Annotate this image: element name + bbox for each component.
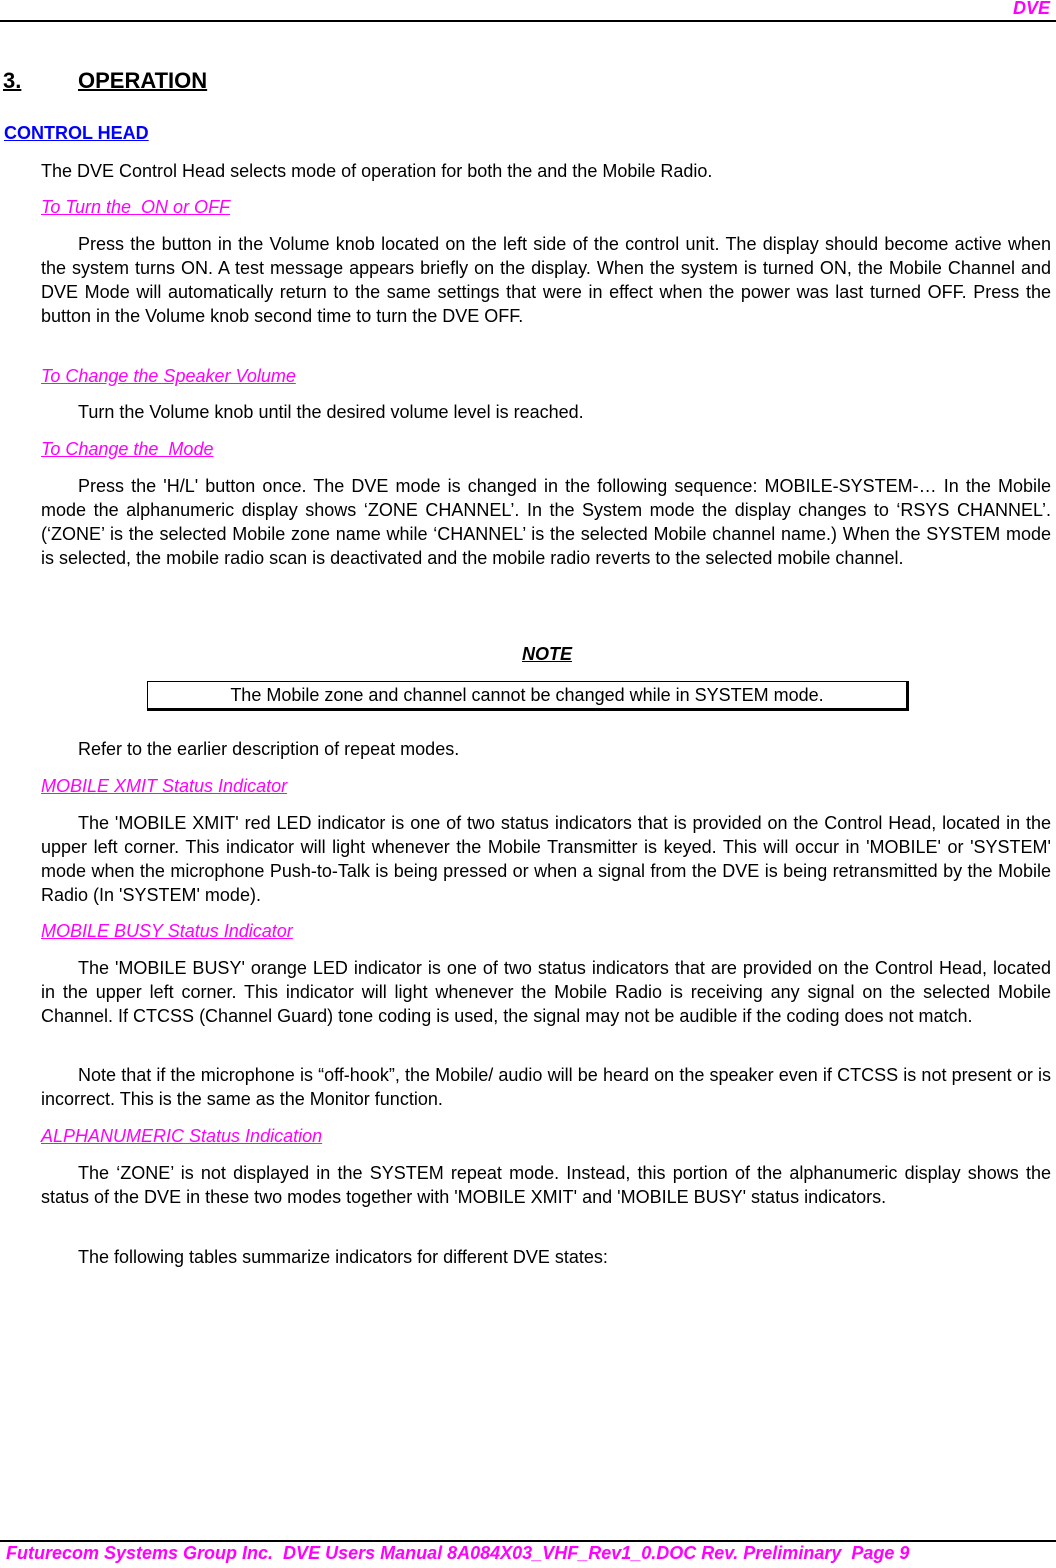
paragraph-speaker-volume: Turn the Volume knob until the desired v… (78, 402, 584, 422)
section-heading-control-head: CONTROL HEAD (4, 123, 149, 143)
running-header-title: DVE (1012, 0, 1050, 18)
intro-paragraph: The DVE Control Head selects mode of ope… (41, 161, 713, 181)
paragraph-repeat-modes: Refer to the earlier description of repe… (78, 739, 460, 759)
paragraph-change-mode: Press the 'H/L' button once. The DVE mod… (41, 476, 1051, 568)
header-rule (0, 20, 1056, 22)
paragraph-turn-on-off: Press the button in the Volume knob loca… (41, 234, 1051, 326)
note-title: NOTE (521, 644, 572, 664)
paragraph-off-hook-note: Note that if the microphone is “off-hook… (41, 1065, 1051, 1109)
subheading-turn-on-off: To Turn the ON or OFF (41, 197, 231, 217)
subheading-change-mode: To Change the Mode (41, 439, 214, 459)
subheading-mobile-xmit: MOBILE XMIT Status Indicator (41, 776, 288, 796)
note-box: The Mobile zone and channel cannot be ch… (147, 681, 909, 711)
paragraph-tables-summary: The following tables summarize indicator… (78, 1247, 608, 1267)
subheading-speaker-volume: To Change the Speaker Volume (41, 366, 296, 386)
chapter-number: 3. (3, 68, 22, 93)
running-footer: Futurecom Systems Group Inc. DVE Users M… (6, 1543, 910, 1563)
paragraph-mobile-xmit: The 'MOBILE XMIT' red LED indicator is o… (41, 813, 1051, 905)
subheading-mobile-busy: MOBILE BUSY Status Indicator (41, 921, 293, 941)
paragraph-alphanumeric: The ‘ZONE’ is not displayed in the SYSTE… (41, 1163, 1051, 1207)
footer-rule (0, 1540, 1056, 1542)
paragraph-mobile-busy: The 'MOBILE BUSY' orange LED indicator i… (41, 958, 1051, 1026)
subheading-alphanumeric: ALPHANUMERIC Status Indication (41, 1126, 323, 1146)
chapter-title: OPERATION (78, 68, 208, 93)
